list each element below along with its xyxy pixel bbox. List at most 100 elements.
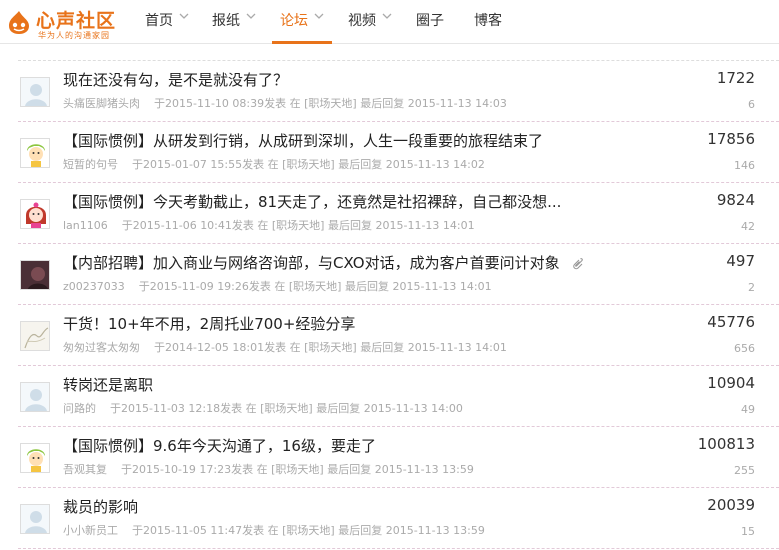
- reply-count: 49: [741, 403, 755, 416]
- thread-section[interactable]: 在 [职场天地]: [246, 402, 313, 415]
- thread-meta: 小小新员工 于2015-11-05 11:47发表 在 [职场天地] 最后回复 2…: [63, 522, 485, 538]
- view-count: 45776: [707, 313, 755, 331]
- nav-item-home[interactable]: 首页: [145, 0, 189, 44]
- nav-item-label: 报纸: [212, 13, 240, 29]
- brand-slogan: 华为人的沟通家园: [38, 31, 110, 40]
- thread-posted-time: 于2015-11-03 12:18发表: [110, 402, 243, 415]
- default-avatar-icon[interactable]: [20, 77, 50, 107]
- thread-title[interactable]: 【内部招聘】加入商业与网络咨询部，与CXO对话，成为客户首要问计对象: [63, 252, 584, 273]
- thread-section[interactable]: 在 [职场天地]: [290, 97, 357, 110]
- thread-author[interactable]: 短暂的句号: [63, 158, 118, 171]
- nav-item-forum[interactable]: 论坛: [272, 0, 332, 44]
- nav-item-label: 视频: [348, 13, 376, 29]
- list-divider: [18, 44, 779, 61]
- thread-author[interactable]: 吾观其复: [63, 463, 107, 476]
- thread-author[interactable]: 头痛医脚猪头肉: [63, 97, 140, 110]
- cartoon-kid-avatar-icon[interactable]: [20, 138, 50, 168]
- thread-row: 【国际惯例】今天考勤截止，81天走了，还竟然是社招裸辞，自己都没想... lan…: [18, 183, 779, 244]
- view-count: 20039: [707, 496, 755, 514]
- thread-last-reply: 最后回复 2015-11-13 13:59: [338, 524, 485, 537]
- thread-last-reply: 最后回复 2015-11-13 14:01: [360, 341, 507, 354]
- thread-last-reply: 最后回复 2015-11-13 14:03: [360, 97, 507, 110]
- thread-row: 干货！10+年不用，2周托业700+经验分享 匆匆过客太匆匆 于2014-12-0…: [18, 305, 779, 366]
- thread-posted-time: 于2015-11-05 11:47发表: [132, 524, 265, 537]
- nav-item-blog[interactable]: 博客: [474, 0, 502, 44]
- thread-posted-time: 于2014-12-05 18:01发表: [154, 341, 287, 354]
- thread-last-reply: 最后回复 2015-11-13 14:02: [338, 158, 485, 171]
- thread-author[interactable]: lan1106: [63, 219, 108, 232]
- view-count: 100813: [697, 435, 755, 453]
- thread-row: 【国际惯例】从研发到行销，从成研到深圳，人生一段重要的旅程结束了 短暂的句号 于2…: [18, 122, 779, 183]
- nav-item-video[interactable]: 视频: [348, 0, 392, 44]
- site-logo[interactable]: 心声社区 华为人的沟通家园: [2, 4, 134, 40]
- thread-section[interactable]: 在 [职场天地]: [268, 524, 335, 537]
- thread-meta: lan1106 于2015-11-06 10:41发表 在 [职场天地] 最后回复…: [63, 217, 475, 233]
- thread-last-reply: 最后回复 2015-11-13 14:00: [316, 402, 463, 415]
- thread-author[interactable]: 匆匆过客太匆匆: [63, 341, 140, 354]
- chevron-down-icon: [179, 13, 189, 19]
- thread-title[interactable]: 【国际惯例】今天考勤截止，81天走了，还竟然是社招裸辞，自己都没想...: [63, 191, 561, 212]
- thread-meta: 短暂的句号 于2015-01-07 15:55发表 在 [职场天地] 最后回复 2…: [63, 156, 485, 172]
- thread-posted-time: 于2015-01-07 15:55发表: [132, 158, 265, 171]
- view-count: 1722: [716, 69, 755, 87]
- thread-title[interactable]: 转岗还是离职: [63, 374, 153, 395]
- thread-row: 转岗还是离职 问路的 于2015-11-03 12:18发表 在 [职场天地] 最…: [18, 366, 779, 427]
- chevron-down-icon: [382, 13, 392, 19]
- attachment-paperclip-icon: [572, 257, 583, 269]
- thread-posted-time: 于2015-11-06 10:41发表: [121, 219, 254, 232]
- thread-meta: z00237033 于2015-11-09 19:26发表 在 [职场天地] 最后…: [63, 278, 492, 294]
- thread-last-reply: 最后回复 2015-11-13 14:01: [327, 219, 475, 232]
- thread-last-reply: 最后回复 2015-11-13 13:59: [327, 463, 474, 476]
- thread-list: 现在还没有勾，是不是就没有了？ 头痛医脚猪头肉 于2015-11-10 08:39…: [18, 44, 779, 550]
- thread-row: 裁员的影响 小小新员工 于2015-11-05 11:47发表 在 [职场天地] …: [18, 488, 779, 549]
- default-avatar-icon[interactable]: [20, 382, 50, 412]
- view-count: 10904: [707, 374, 755, 392]
- thread-row: 现在还没有勾，是不是就没有了？ 头痛医脚猪头肉 于2015-11-10 08:39…: [18, 61, 779, 122]
- thread-section[interactable]: 在 [职场天地]: [257, 463, 324, 476]
- thread-author[interactable]: 问路的: [63, 402, 96, 415]
- reply-count: 15: [741, 525, 755, 538]
- reply-count: 255: [734, 464, 755, 477]
- thread-title[interactable]: 【国际惯例】从研发到行销，从成研到深圳，人生一段重要的旅程结束了: [63, 130, 543, 151]
- thread-section[interactable]: 在 [职场天地]: [268, 158, 335, 171]
- thread-last-reply: 最后回复 2015-11-13 14:01: [344, 280, 492, 293]
- thread-posted-time: 于2015-10-19 17:23发表: [121, 463, 254, 476]
- default-avatar-icon[interactable]: [20, 504, 50, 534]
- view-count: 9824: [716, 191, 755, 209]
- top-navigation-bar: 心声社区 华为人的沟通家园 首页 报纸 论坛 视频 圈子 博客: [0, 0, 779, 44]
- thread-author[interactable]: z00237033: [63, 280, 125, 293]
- dark-photo-avatar-icon[interactable]: [20, 260, 50, 290]
- reply-count: 42: [741, 220, 755, 233]
- thread-row: 【国际惯例】9.6年今天沟通了，16级，要走了 吾观其复 于2015-10-19 …: [18, 427, 779, 488]
- view-count: 17856: [707, 130, 755, 148]
- reply-count: 656: [734, 342, 755, 355]
- thread-meta: 头痛医脚猪头肉 于2015-11-10 08:39发表 在 [职场天地] 最后回复…: [63, 95, 507, 111]
- thread-posted-time: 于2015-11-09 19:26发表: [138, 280, 271, 293]
- thread-posted-time: 于2015-11-10 08:39发表: [154, 97, 287, 110]
- thread-title[interactable]: 干货！10+年不用，2周托业700+经验分享: [63, 313, 355, 334]
- thread-title[interactable]: 裁员的影响: [63, 496, 138, 517]
- view-count: 497: [726, 252, 755, 270]
- thread-meta: 问路的 于2015-11-03 12:18发表 在 [职场天地] 最后回复 201…: [63, 400, 463, 416]
- chevron-down-icon: [246, 13, 256, 19]
- thread-title[interactable]: 【国际惯例】9.6年今天沟通了，16级，要走了: [63, 435, 376, 456]
- logo-flame-icon: [9, 11, 29, 34]
- reply-count: 2: [748, 281, 755, 294]
- cartoon-kid-avatar-icon[interactable]: [20, 443, 50, 473]
- cartoon-girl-avatar-icon[interactable]: [20, 199, 50, 229]
- nav-item-label: 首页: [145, 13, 173, 29]
- sketch-avatar-icon[interactable]: [20, 321, 50, 351]
- thread-title[interactable]: 现在还没有勾，是不是就没有了？: [63, 69, 288, 90]
- nav-item-label: 博客: [474, 13, 502, 29]
- thread-author[interactable]: 小小新员工: [63, 524, 118, 537]
- thread-section[interactable]: 在 [职场天地]: [257, 219, 324, 232]
- thread-section[interactable]: 在 [职场天地]: [290, 341, 357, 354]
- nav-item-circles[interactable]: 圈子: [416, 0, 444, 44]
- nav-item-newspaper[interactable]: 报纸: [212, 0, 256, 44]
- brand-name: 心声社区: [36, 10, 117, 32]
- thread-meta: 吾观其复 于2015-10-19 17:23发表 在 [职场天地] 最后回复 20…: [63, 461, 474, 477]
- nav-item-label: 论坛: [280, 13, 308, 29]
- thread-section[interactable]: 在 [职场天地]: [274, 280, 341, 293]
- chevron-down-icon: [314, 13, 324, 19]
- reply-count: 6: [748, 98, 755, 111]
